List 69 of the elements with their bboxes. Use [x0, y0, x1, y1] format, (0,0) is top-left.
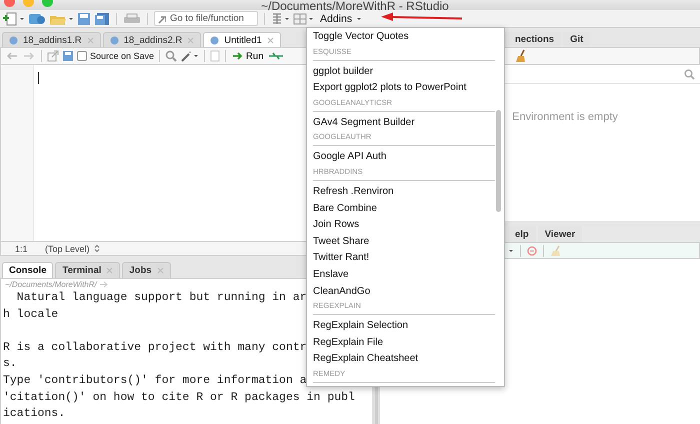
grid-icon[interactable] [271, 12, 283, 26]
pane-tab[interactable]: Viewer [538, 226, 582, 242]
stop-icon[interactable] [527, 246, 537, 256]
console-output-line: ications. [3, 406, 66, 422]
console-output-line: 'citation()' on how to cite R or R packages in publ [3, 390, 355, 406]
menu-item[interactable]: Join Rows [307, 217, 504, 234]
arrow-icon[interactable] [100, 281, 109, 288]
menu-item[interactable]: Bare Combine [307, 200, 504, 218]
close-icon[interactable] [106, 267, 114, 274]
editor-tab[interactable]: 18_addins1.R [2, 32, 101, 47]
back-arrow-icon[interactable] [5, 50, 19, 62]
menu-item[interactable]: Google API Auth [307, 149, 504, 166]
editor-tab[interactable]: Untitled1 [203, 32, 281, 47]
console-output-line: h locale [3, 306, 58, 323]
arrow-icon [158, 14, 166, 24]
arrow-icon [233, 52, 244, 60]
show-in-window-icon[interactable] [47, 50, 59, 62]
scope-selector[interactable]: (Top Level) [45, 244, 90, 254]
search-icon[interactable] [684, 68, 695, 80]
rerun-icon[interactable] [268, 51, 284, 61]
menu-item[interactable]: Twitter Rant! [307, 250, 504, 267]
close-icon[interactable] [156, 267, 164, 274]
menu-item[interactable]: CleanAndGo [307, 284, 504, 300]
menu-item[interactable]: Export ggplot2 plots to PowerPoint [307, 80, 504, 97]
close-icon[interactable] [266, 36, 274, 44]
menu-item[interactable]: RegExplain File [307, 334, 504, 352]
menu-item[interactable]: RegExplain Selection [307, 318, 504, 335]
page-icon[interactable] [210, 50, 220, 62]
console-tab[interactable]: Jobs [122, 262, 171, 278]
save-icon[interactable] [62, 50, 74, 62]
empty-environment-message: Environment is empty [512, 111, 618, 125]
close-icon[interactable] [86, 36, 94, 44]
pane-tab[interactable]: elp [508, 226, 536, 242]
forward-arrow-icon[interactable] [22, 50, 36, 62]
console-output-line: s. [3, 356, 17, 372]
project-icon[interactable] [28, 12, 46, 26]
editor-tab[interactable]: 18_addins2.R [102, 32, 202, 47]
wand-icon[interactable] [180, 50, 192, 62]
addins-menu-button[interactable]: Addins [317, 12, 366, 24]
menu-item[interactable]: Toggle Vector Quotes [307, 29, 504, 46]
broom-icon[interactable] [515, 49, 527, 63]
search-icon[interactable] [165, 50, 178, 62]
run-button[interactable]: Run [231, 50, 266, 62]
console-output-line: R is a collaborative project with many contr [3, 340, 307, 356]
close-icon[interactable] [187, 36, 194, 44]
up-down-caret-icon[interactable] [94, 244, 100, 253]
console-output-line: Type 'contributors()' for more information a [3, 372, 307, 389]
cursor-position: 1:1 [15, 244, 29, 254]
console-tab[interactable]: Console [2, 262, 54, 278]
console-tab[interactable]: Terminal [55, 262, 120, 278]
save-icon[interactable] [77, 12, 91, 26]
r-file-icon [9, 36, 18, 44]
menu-item[interactable]: Refresh .Renviron [307, 184, 504, 201]
menu-item[interactable]: Tweet Share [307, 234, 504, 250]
menu-item[interactable]: ggplot builder [307, 64, 504, 80]
menu-item[interactable]: GAv4 Segment Builder [307, 114, 504, 132]
go-to-file-field[interactable]: Go to file/function [154, 11, 258, 26]
save-all-icon[interactable] [94, 12, 110, 26]
r-file-icon [110, 36, 119, 44]
r-file-icon [210, 36, 220, 44]
working-directory: ~/Documents/MoreWithR/ [5, 280, 97, 289]
window-title: ~/Documents/MoreWithR - RStudio [261, 0, 449, 12]
print-icon[interactable] [123, 12, 141, 26]
source-on-save-checkbox[interactable]: Source on Save [77, 51, 154, 61]
menu-item[interactable]: RegExplain Cheatsheet [307, 351, 504, 368]
console-output-line: Natural language support but running in ar [16, 290, 307, 306]
scrollbar-thumb[interactable] [496, 110, 501, 212]
menu-item[interactable]: Enslave [307, 266, 504, 284]
new-file-icon[interactable] [2, 12, 18, 26]
